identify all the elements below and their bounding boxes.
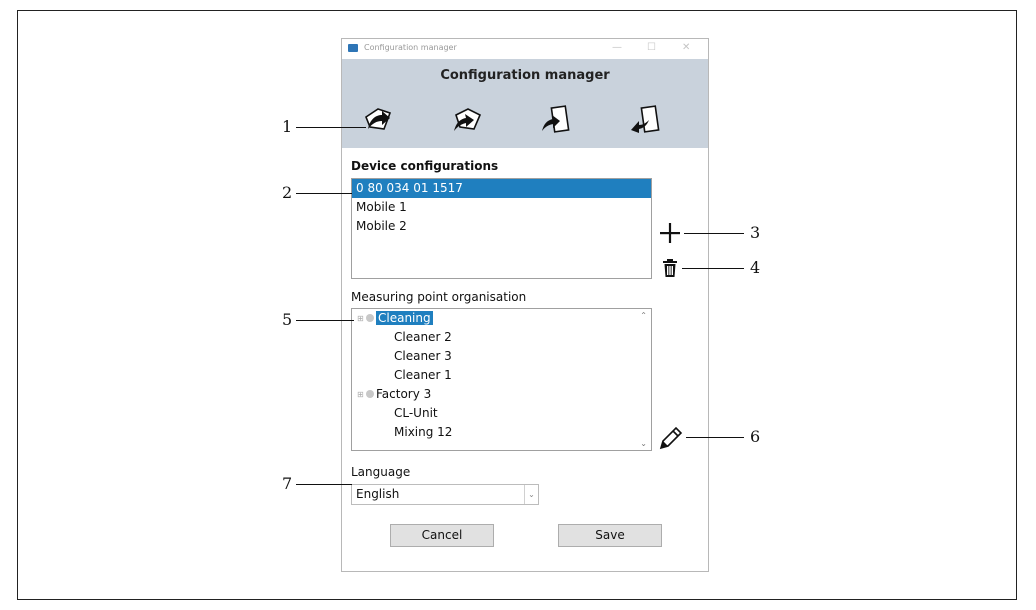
callout-line-5 — [296, 320, 354, 321]
callout-3: 3 — [750, 223, 761, 242]
scroll-up-button[interactable]: ⌃ — [640, 311, 647, 320]
maximize-button[interactable]: ☐ — [647, 42, 656, 53]
language-label: Language — [351, 465, 411, 479]
window-title: Configuration manager — [364, 43, 457, 52]
measuring-point-tree[interactable]: ⊞ Cleaning Cleaner 2 Cleaner 3 Cleaner 1… — [351, 308, 652, 451]
callout-1: 1 — [282, 117, 293, 136]
close-button[interactable]: ✕ — [682, 42, 690, 53]
scroll-down-button[interactable]: ⌄ — [640, 439, 647, 448]
measuring-point-label: Measuring point organisation — [351, 290, 527, 304]
import-configuration-icon[interactable] — [539, 103, 573, 135]
tree-node-factory-3[interactable]: ⊞ Factory 3 — [352, 385, 651, 404]
list-item[interactable]: 0 80 034 01 1517 — [352, 179, 651, 198]
callout-line-3 — [684, 233, 744, 234]
device-configurations-list[interactable]: 0 80 034 01 1517 Mobile 1 Mobile 2 — [351, 178, 652, 279]
tree-node-label[interactable]: Factory 3 — [376, 387, 431, 401]
minimize-button[interactable]: — — [612, 42, 622, 53]
dialog-heading: Configuration manager — [440, 68, 610, 83]
list-item[interactable]: Mobile 1 — [352, 198, 651, 217]
callout-line-4 — [682, 268, 744, 269]
expand-icon[interactable]: ⊞ — [357, 385, 364, 404]
node-icon — [366, 389, 374, 398]
chevron-down-icon[interactable]: ⌄ — [524, 485, 538, 504]
trash-icon[interactable] — [662, 258, 678, 278]
callout-line-6 — [686, 437, 744, 438]
cancel-button[interactable]: Cancel — [390, 524, 494, 547]
language-value: English — [356, 487, 400, 501]
save-configuration-icon[interactable] — [450, 103, 484, 135]
callout-line-2 — [296, 193, 352, 194]
tree-leaf[interactable]: CL-Unit — [352, 404, 651, 423]
node-icon — [366, 313, 374, 322]
title-bar: Configuration manager — ☐ ✕ — [342, 39, 708, 59]
tree-leaf[interactable]: Cleaner 3 — [352, 347, 651, 366]
save-button[interactable]: Save — [558, 524, 662, 547]
tree-leaf[interactable]: Mixing 12 — [352, 423, 651, 442]
callout-line-7 — [296, 484, 352, 485]
load-configuration-icon[interactable] — [362, 103, 396, 135]
callout-line-1 — [296, 127, 366, 128]
callout-4: 4 — [750, 258, 761, 277]
export-configuration-icon[interactable] — [629, 103, 663, 135]
callout-5: 5 — [282, 310, 293, 329]
callout-7: 7 — [282, 474, 293, 493]
configuration-manager-window: Configuration manager — ☐ ✕ Configuratio… — [341, 38, 709, 572]
callout-6: 6 — [750, 427, 761, 446]
tree-node-cleaning[interactable]: ⊞ Cleaning — [352, 309, 651, 328]
pencil-icon[interactable] — [658, 425, 684, 451]
list-item[interactable]: Mobile 2 — [352, 217, 651, 236]
callout-2: 2 — [282, 183, 293, 202]
language-select[interactable]: English ⌄ — [351, 484, 539, 505]
toolbar: Configuration manager — [342, 59, 708, 148]
expand-icon[interactable]: ⊞ — [357, 309, 364, 328]
tree-leaf[interactable]: Cleaner 2 — [352, 328, 651, 347]
add-icon[interactable] — [659, 223, 681, 243]
tree-node-label[interactable]: Cleaning — [376, 311, 433, 325]
tree-leaf[interactable]: Cleaner 1 — [352, 366, 651, 385]
app-icon — [348, 44, 358, 52]
device-configurations-label: Device configurations — [351, 159, 499, 173]
